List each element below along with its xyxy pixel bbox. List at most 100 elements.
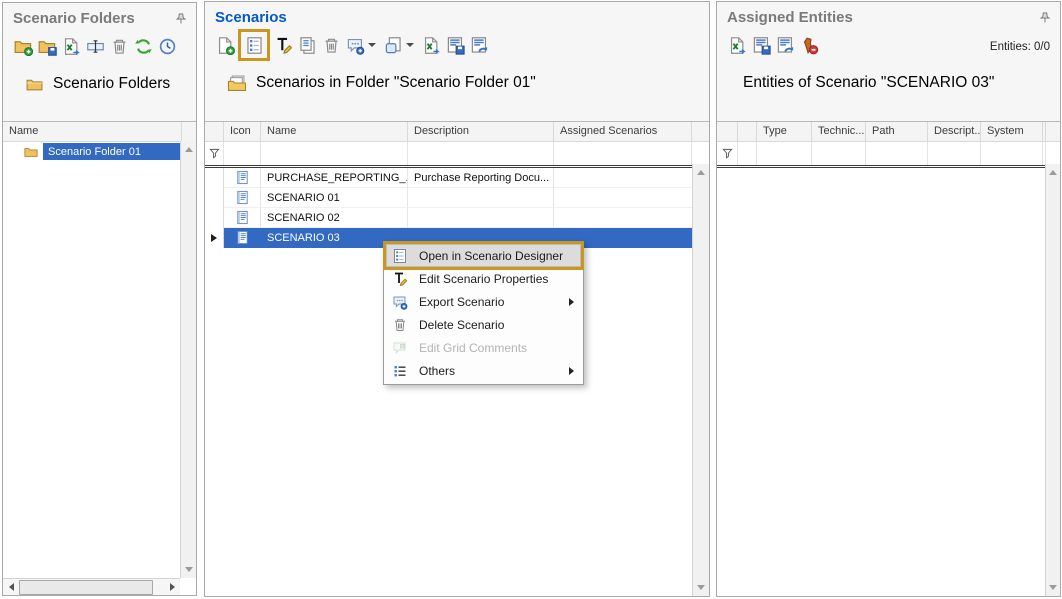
- filter-cell[interactable]: [717, 142, 738, 165]
- import-report-button[interactable]: [467, 33, 491, 57]
- filter-cell[interactable]: [928, 142, 981, 165]
- table-row[interactable]: PURCHASE_REPORTING_... Purchase Reportin…: [205, 168, 709, 188]
- toolbar-highlight-box: [238, 29, 270, 61]
- export-dropdown-arrow-icon[interactable]: [368, 43, 376, 47]
- delete-folder-button[interactable]: [107, 34, 131, 58]
- tree-vertical-scrollbar[interactable]: [180, 141, 196, 578]
- filter-cell[interactable]: [205, 142, 224, 165]
- grid-vertical-scrollbar[interactable]: [692, 164, 709, 596]
- filter-corner: [1046, 142, 1060, 165]
- validate-button[interactable]: [155, 34, 179, 58]
- tree-item-label[interactable]: Scenario Folder 01: [43, 143, 180, 160]
- scroll-up-button[interactable]: [1047, 165, 1059, 180]
- filter-corner: [692, 142, 709, 165]
- scroll-down-button[interactable]: [182, 562, 195, 577]
- menu-item-others[interactable]: Others: [386, 359, 581, 382]
- cell-assigned[interactable]: [554, 208, 709, 228]
- filter-cell[interactable]: [408, 142, 554, 165]
- scenario-designer-icon: [389, 248, 411, 264]
- export-excel-button[interactable]: [419, 33, 443, 57]
- scenarios-heading: Scenarios in Folder "Scenario Folder 01": [205, 59, 709, 92]
- cell-description[interactable]: [408, 188, 554, 208]
- edit-scenario-properties-button[interactable]: [271, 33, 295, 57]
- column-description[interactable]: Description: [408, 122, 554, 141]
- rename-folder-button[interactable]: [83, 34, 107, 58]
- triangle-down-icon: [185, 567, 193, 572]
- scroll-up-button[interactable]: [694, 165, 708, 180]
- column-system[interactable]: System: [981, 122, 1043, 141]
- grid-header: Icon Name Description Assigned Scenarios: [205, 122, 709, 142]
- column-description[interactable]: Descript...: [928, 122, 981, 141]
- filter-cell[interactable]: [866, 142, 928, 165]
- panel-title-bar: Scenario Folders: [3, 3, 196, 27]
- scenario-folders-tree: Name Scenario Folder 01: [3, 121, 196, 595]
- row-icon-cell: [224, 208, 261, 228]
- refresh-button[interactable]: [131, 34, 155, 58]
- header-indicator-cell: [717, 122, 738, 141]
- filter-cell[interactable]: [738, 142, 757, 165]
- panel-title: Scenarios: [215, 9, 287, 26]
- menu-item-edit-grid-comments[interactable]: Edit Grid Comments: [386, 336, 581, 359]
- filter-cell[interactable]: [554, 142, 692, 165]
- panel-title: Assigned Entities: [727, 9, 853, 26]
- duplicate-dropdown-arrow-icon[interactable]: [406, 43, 414, 47]
- column-name[interactable]: Name: [261, 122, 408, 141]
- delete-scenario-button[interactable]: [319, 33, 343, 57]
- cell-description[interactable]: Purchase Reporting Docu...: [408, 168, 554, 188]
- table-row[interactable]: SCENARIO 01: [205, 188, 709, 208]
- panel-title: Scenario Folders: [13, 10, 135, 27]
- menu-item-export-scenario[interactable]: Export Scenario: [386, 290, 581, 313]
- menu-item-edit-scenario-properties[interactable]: Edit Scenario Properties: [386, 267, 581, 290]
- cell-description[interactable]: [408, 208, 554, 228]
- cell-name[interactable]: SCENARIO 01: [261, 188, 408, 208]
- duplicate-scenario-button[interactable]: [381, 33, 405, 57]
- table-row[interactable]: SCENARIO 02: [205, 208, 709, 228]
- tree-column-name[interactable]: Name: [3, 122, 182, 141]
- remove-entity-button[interactable]: [797, 33, 821, 57]
- pin-icon[interactable]: [174, 12, 188, 26]
- cell-assigned[interactable]: [554, 188, 709, 208]
- column-technical[interactable]: Technic...: [812, 122, 866, 141]
- filter-cell[interactable]: [981, 142, 1043, 165]
- cell-name[interactable]: SCENARIO 02: [261, 208, 408, 228]
- add-folder-button[interactable]: [11, 34, 35, 58]
- filter-cell[interactable]: [224, 142, 261, 165]
- tree-horizontal-scrollbar[interactable]: [3, 578, 180, 595]
- export-excel-button[interactable]: [59, 34, 83, 58]
- import-report-button[interactable]: [773, 33, 797, 57]
- save-report-button[interactable]: [749, 33, 773, 57]
- column-path[interactable]: Path: [866, 122, 928, 141]
- panel-title-bar: Scenarios: [205, 2, 709, 26]
- filter-cell[interactable]: [757, 142, 812, 165]
- grid-vertical-scrollbar[interactable]: [1045, 164, 1060, 596]
- cell-assigned[interactable]: [554, 168, 709, 188]
- column-icon[interactable]: Icon: [224, 122, 261, 141]
- assigned-entities-grid: Type Technic... Path Descript... System: [717, 121, 1060, 596]
- pin-icon[interactable]: [1038, 11, 1052, 25]
- column-assigned-scenarios[interactable]: Assigned Scenarios: [554, 122, 692, 141]
- menu-item-open-in-scenario-designer[interactable]: Open in Scenario Designer: [386, 244, 581, 267]
- scroll-left-button[interactable]: [3, 579, 19, 595]
- save-folder-button[interactable]: [35, 34, 59, 58]
- scroll-down-button[interactable]: [694, 580, 708, 595]
- filter-cell[interactable]: [261, 142, 408, 165]
- entities-counter: Entities: 0/0: [990, 37, 1054, 53]
- scroll-up-button[interactable]: [182, 142, 195, 157]
- tree-item-scenario-folder-01[interactable]: Scenario Folder 01: [3, 142, 196, 161]
- new-scenario-button[interactable]: [213, 33, 237, 57]
- scroll-right-button[interactable]: [164, 579, 180, 595]
- filter-cell[interactable]: [812, 142, 866, 165]
- scroll-track[interactable]: [19, 579, 164, 595]
- menu-item-label: Export Scenario: [419, 295, 569, 309]
- copy-scenario-button[interactable]: [295, 33, 319, 57]
- export-excel-button[interactable]: [725, 33, 749, 57]
- scroll-thumb[interactable]: [19, 580, 153, 595]
- menu-item-delete-scenario[interactable]: Delete Scenario: [386, 313, 581, 336]
- menu-item-label: Open in Scenario Designer: [419, 249, 577, 263]
- save-report-button[interactable]: [443, 33, 467, 57]
- scroll-down-button[interactable]: [1047, 580, 1059, 595]
- cell-name[interactable]: PURCHASE_REPORTING_...: [261, 168, 408, 188]
- column-type[interactable]: Type: [757, 122, 812, 141]
- open-in-scenario-designer-button[interactable]: [242, 33, 266, 57]
- export-scenario-button[interactable]: [343, 33, 367, 57]
